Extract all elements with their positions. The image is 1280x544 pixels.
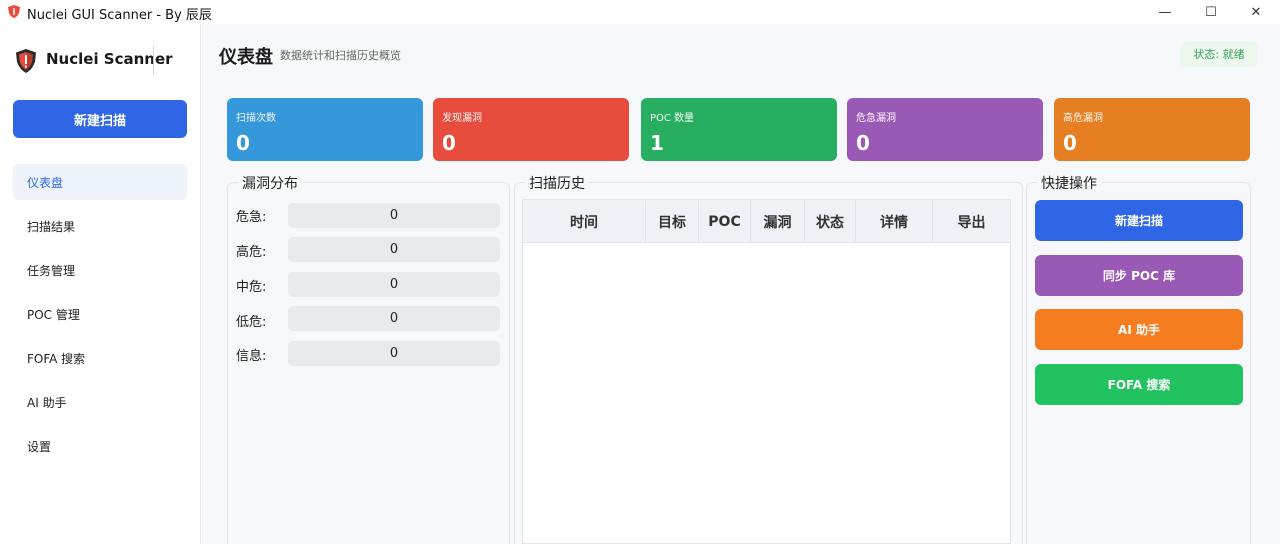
vuln-value-medium: 0 (288, 272, 500, 297)
sidebar-item-settings[interactable]: 设置 (13, 428, 187, 464)
vuln-distribution-title: 漏洞分布 (238, 173, 302, 193)
stat-card-scan-count: 扫描次数 0 (227, 98, 423, 161)
sidebar-item-fofa-search[interactable]: FOFA 搜索 (13, 340, 187, 376)
column-header-poc[interactable]: POC (699, 200, 751, 243)
stat-card-value: 1 (650, 131, 664, 155)
vuln-label-info: 信息: (236, 349, 267, 364)
quick-sync-poc-button[interactable]: 同步 POC 库 (1035, 255, 1243, 296)
vuln-value-high: 0 (288, 237, 500, 262)
vuln-value-low: 0 (288, 306, 500, 331)
quick-fofa-search-button[interactable]: FOFA 搜索 (1035, 364, 1243, 405)
column-header-status[interactable]: 状态 (805, 200, 856, 243)
stat-card-poc-count: POC 数量 1 (641, 98, 837, 161)
vuln-value-critical: 0 (288, 203, 500, 228)
sidebar-item-poc-management[interactable]: POC 管理 (13, 296, 187, 332)
stat-card-value: 0 (1063, 131, 1077, 155)
sidebar-item-dashboard[interactable]: 仪表盘 (13, 164, 187, 200)
quick-actions-title: 快捷操作 (1037, 173, 1101, 193)
shield-icon (8, 5, 20, 18)
minimize-button[interactable]: — (1142, 0, 1188, 24)
sidebar: Nuclei Scanner 新建扫描 仪表盘 扫描结果 任务管理 POC 管理… (0, 24, 201, 544)
stat-card-vulns-found: 发现漏洞 0 (433, 98, 629, 161)
table-header: 时间 目标 POC 漏洞 状态 详情 导出 (523, 200, 1010, 243)
quick-ai-assistant-button[interactable]: AI 助手 (1035, 309, 1243, 350)
sidebar-item-scan-results[interactable]: 扫描结果 (13, 208, 187, 244)
vuln-value-info: 0 (288, 341, 500, 366)
scan-history-title: 扫描历史 (525, 173, 589, 193)
sidebar-item-ai-assistant[interactable]: AI 助手 (13, 384, 187, 420)
stat-card-high-vulns: 高危漏洞 0 (1054, 98, 1250, 161)
status-badge: 状态: 就绪 (1180, 41, 1258, 67)
sidebar-item-task-management[interactable]: 任务管理 (13, 252, 187, 288)
page-title: 仪表盘 (219, 47, 273, 68)
column-header-time[interactable]: 时间 (523, 200, 646, 243)
window-title: Nuclei GUI Scanner - By 辰辰 (27, 8, 212, 23)
maximize-button[interactable]: ☐ (1188, 0, 1234, 24)
vuln-label-high: 高危: (236, 245, 267, 260)
stat-card-value: 0 (442, 131, 456, 155)
column-header-vulns[interactable]: 漏洞 (751, 200, 805, 243)
stat-card-label: POC 数量 (650, 113, 695, 124)
page-subtitle: 数据统计和扫描历史概览 (280, 49, 401, 62)
column-header-details[interactable]: 详情 (856, 200, 933, 243)
column-header-export[interactable]: 导出 (933, 200, 1010, 243)
stat-card-label: 高危漏洞 (1063, 113, 1103, 124)
quick-new-scan-button[interactable]: 新建扫描 (1035, 200, 1243, 241)
vuln-label-critical: 危急: (236, 210, 267, 225)
stat-card-critical-vulns: 危急漏洞 0 (847, 98, 1043, 161)
stat-card-value: 0 (236, 131, 250, 155)
vuln-label-medium: 中危: (236, 280, 267, 295)
column-header-target[interactable]: 目标 (646, 200, 699, 243)
stat-card-value: 0 (856, 131, 870, 155)
new-scan-button[interactable]: 新建扫描 (13, 100, 187, 138)
title-bar: Nuclei GUI Scanner - By 辰辰 — ☐ ✕ (0, 0, 1280, 24)
stat-card-label: 危急漏洞 (856, 113, 896, 124)
stat-card-label: 扫描次数 (236, 113, 276, 124)
logo-divider (153, 46, 154, 76)
stat-card-label: 发现漏洞 (442, 113, 482, 124)
shield-logo-icon (16, 49, 36, 73)
vuln-label-low: 低危: (236, 315, 267, 330)
scan-history-table[interactable]: 时间 目标 POC 漏洞 状态 详情 导出 (522, 199, 1011, 544)
close-button[interactable]: ✕ (1233, 0, 1279, 24)
